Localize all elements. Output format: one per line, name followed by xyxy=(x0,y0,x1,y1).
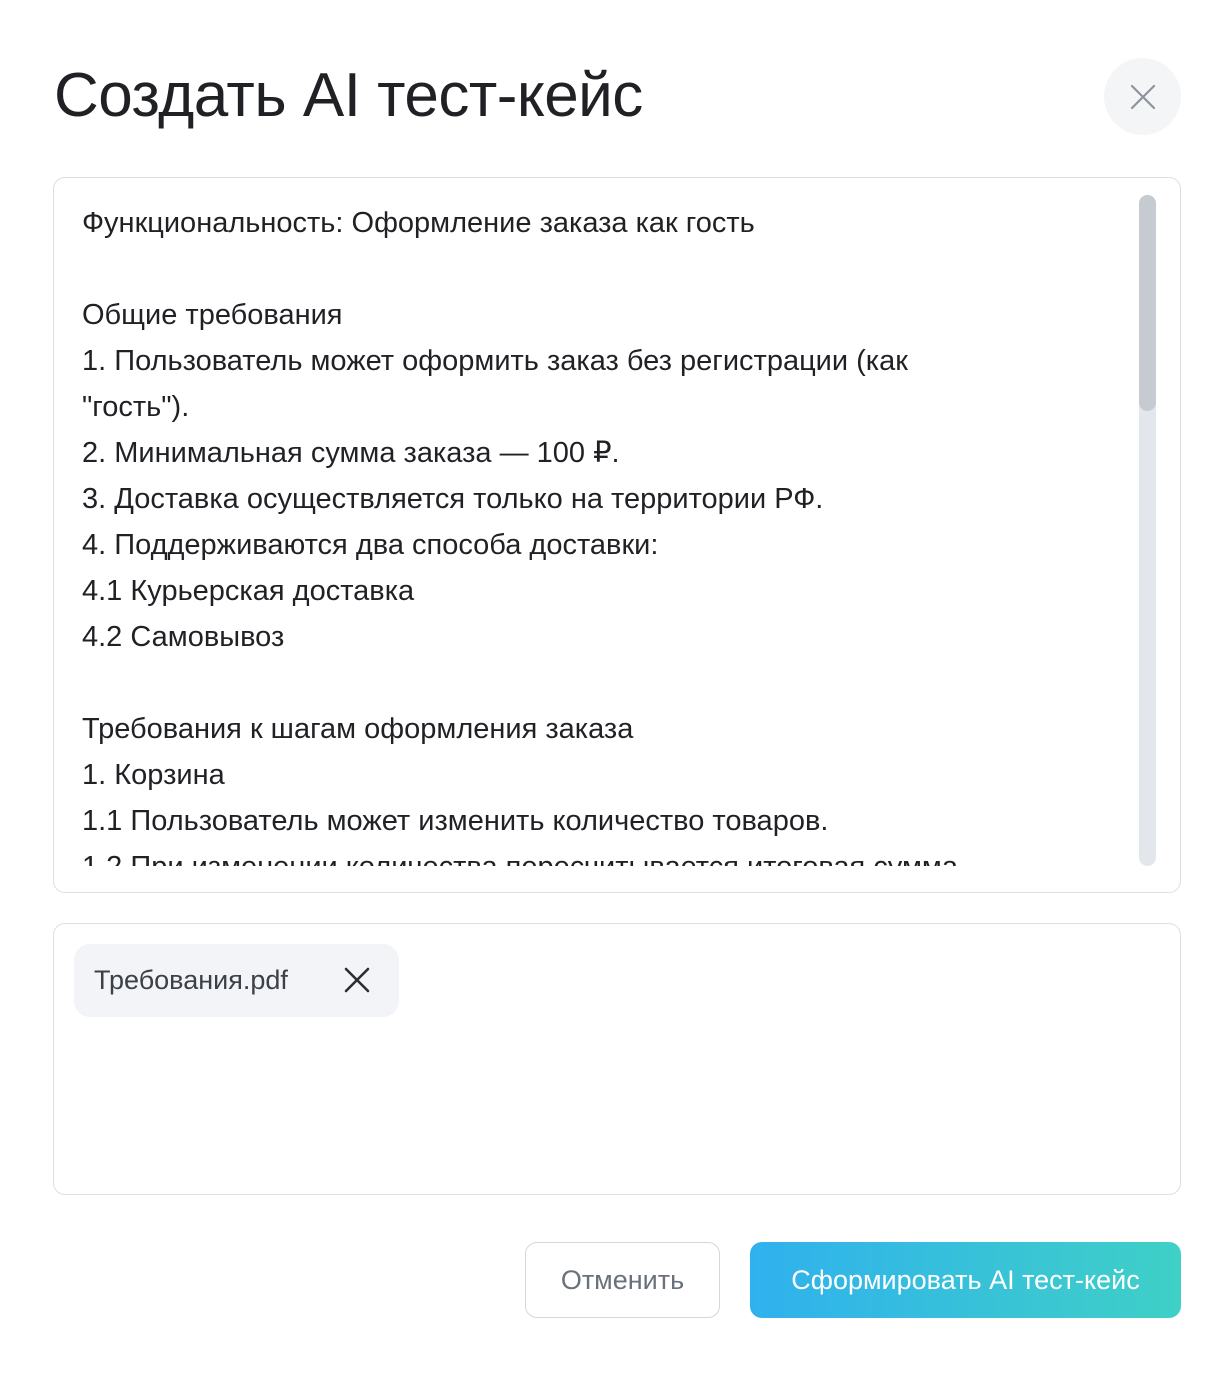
text-line: ​ xyxy=(82,246,1122,292)
scrollbar-track[interactable] xyxy=(1139,195,1156,866)
text-line: Функциональность: Оформление заказа как … xyxy=(82,207,755,239)
requirements-textarea[interactable]: Функциональность: Оформление заказа как … xyxy=(53,177,1181,893)
close-icon xyxy=(1130,84,1155,109)
file-name: Требования.pdf xyxy=(94,965,288,995)
text-line: 1.2 При изменении количества пересчитыва… xyxy=(82,844,1122,866)
text-line: Требования к шагам оформления заказа xyxy=(82,713,634,745)
modal-title: Создать AI тест-кейс xyxy=(54,61,643,130)
attachments-area[interactable]: Требования.pdf xyxy=(53,923,1181,1195)
text-line: "гость"). xyxy=(82,391,190,423)
scrollbar-thumb[interactable] xyxy=(1139,195,1156,411)
cancel-button[interactable]: Отменить xyxy=(525,1242,720,1318)
text-line: 2. Минимальная сумма заказа — 100 ₽. xyxy=(82,437,620,469)
text-line: 1. Корзина xyxy=(82,759,225,791)
text-line: 3. Доставка осуществляется только на тер… xyxy=(82,483,824,515)
text-line: ​ xyxy=(82,660,1122,706)
text-line: 4. Поддерживаются два способа доставки: xyxy=(82,529,659,561)
remove-file-button[interactable] xyxy=(340,963,374,997)
create-ai-testcase-modal: Создать AI тест-кейс Функциональность: О… xyxy=(0,0,1231,1373)
file-chip: Требования.pdf xyxy=(74,944,399,1017)
close-icon xyxy=(344,967,370,993)
text-line: 1. Пользователь может оформить заказ без… xyxy=(82,345,908,377)
requirements-text[interactable]: Функциональность: Оформление заказа как … xyxy=(82,200,1122,866)
text-line: 4.2 Самовывоз xyxy=(82,621,285,653)
text-line: Общие требования xyxy=(82,299,343,331)
text-line: 1.1 Пользователь может изменить количест… xyxy=(82,805,829,837)
generate-testcase-button[interactable]: Сформировать AI тест-кейс xyxy=(750,1242,1181,1318)
close-button[interactable] xyxy=(1104,58,1181,135)
text-line: 4.1 Курьерская доставка xyxy=(82,575,415,607)
